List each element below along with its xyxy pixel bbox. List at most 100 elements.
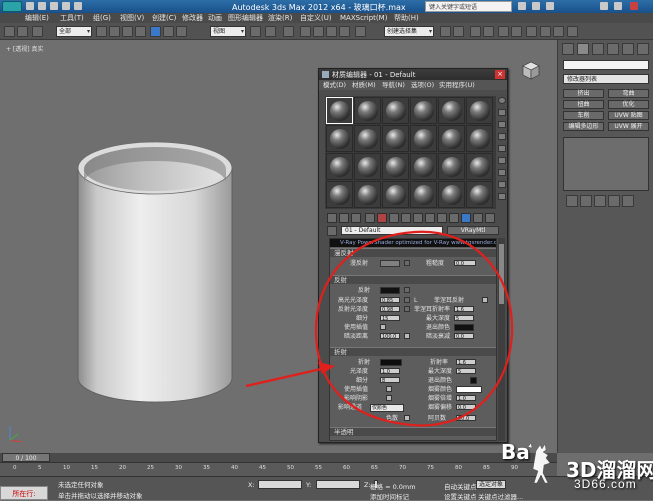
diffuse-rollout[interactable]: 漫反射 [330, 248, 496, 257]
reflect-subdivs-field[interactable]: 15 [380, 315, 400, 322]
material-slot[interactable] [410, 181, 437, 208]
put-to-library-icon[interactable] [401, 213, 411, 223]
display-tab[interactable] [622, 43, 634, 55]
twist-button[interactable]: 扭曲 [563, 100, 604, 109]
material-slot[interactable] [438, 181, 465, 208]
uvw-map-button[interactable]: UVW 贴图 [608, 111, 649, 120]
reflect-color-swatch[interactable] [380, 287, 400, 294]
diffuse-color-swatch[interactable] [380, 260, 400, 267]
go-to-parent-icon[interactable] [449, 213, 459, 223]
maxscript-listener-button[interactable]: 所在行: [0, 486, 48, 500]
new-file-icon[interactable] [26, 2, 34, 10]
material-slot[interactable] [326, 181, 353, 208]
edit-poly-button[interactable]: 编辑多边形 [563, 122, 604, 131]
pin-stack-icon[interactable] [566, 195, 578, 207]
material-slot[interactable] [354, 97, 381, 124]
cylinder-object[interactable] [70, 108, 240, 408]
material-slot[interactable] [410, 153, 437, 180]
show-end-result-icon[interactable] [437, 213, 447, 223]
dispersion-checkbox[interactable] [404, 415, 410, 421]
delete-icon[interactable] [377, 213, 387, 223]
abbe-field[interactable]: 50.0 [456, 415, 476, 422]
reflection-rollout[interactable]: 反射 [330, 275, 496, 284]
refract-gloss-field[interactable]: 1.0 [380, 368, 400, 375]
minimize-icon[interactable] [600, 2, 608, 10]
time-slider-bar[interactable]: 0 / 100 [0, 453, 557, 462]
show-end-result-icon[interactable] [580, 195, 592, 207]
fog-bias-field[interactable]: 0.0 [456, 404, 476, 411]
fog-mult-field[interactable]: 1.0 [456, 395, 476, 402]
named-selection-select[interactable]: 创建选择集 ▾ [384, 26, 434, 37]
auto-key-button[interactable]: 自动关键点 [444, 481, 477, 491]
affect-shadows-checkbox[interactable] [386, 395, 392, 401]
viewport-label[interactable]: + [透视] 真实 [6, 44, 44, 53]
menu-animation[interactable]: 动画 [208, 13, 222, 23]
refract-exit-color-swatch[interactable] [470, 377, 477, 384]
dim-dist-field[interactable]: 100.0 [380, 333, 400, 340]
material-map-nav-icon[interactable] [485, 213, 495, 223]
object-name-field[interactable] [563, 60, 649, 70]
material-slot[interactable] [438, 153, 465, 180]
menu-graph-editors[interactable]: 图形编辑器 [228, 13, 263, 23]
render-production-button[interactable] [567, 26, 578, 37]
undo-button[interactable] [4, 26, 15, 37]
menu-create[interactable]: 创建(C) [152, 13, 176, 23]
curve-editor-button[interactable] [498, 26, 509, 37]
fog-color-swatch[interactable] [456, 386, 482, 393]
material-slot[interactable] [354, 153, 381, 180]
refract-color-swatch[interactable] [380, 359, 402, 366]
app-logo-icon[interactable] [2, 1, 22, 12]
menu-edit[interactable]: 编辑(E) [25, 13, 49, 23]
maximize-icon[interactable] [614, 2, 622, 10]
star-icon[interactable] [532, 2, 540, 10]
reset-map-icon[interactable] [365, 213, 375, 223]
refract-max-depth-field[interactable]: 5 [456, 368, 476, 375]
material-slot[interactable] [410, 125, 437, 152]
assign-to-selection-icon[interactable] [351, 213, 361, 223]
material-editor-scrollbar[interactable] [498, 238, 505, 441]
material-slot[interactable] [466, 153, 493, 180]
material-type-button[interactable]: VRayMtl [447, 226, 499, 235]
material-slot[interactable] [326, 125, 353, 152]
select-rotate-button[interactable] [163, 26, 174, 37]
select-move-button[interactable] [150, 26, 161, 37]
material-slot[interactable] [410, 97, 437, 124]
material-slot[interactable] [466, 97, 493, 124]
menu-customize[interactable]: 自定义(U) [300, 13, 332, 23]
material-slot[interactable] [438, 97, 465, 124]
material-slot[interactable] [466, 181, 493, 208]
reflect-exit-color-swatch[interactable] [454, 324, 474, 331]
diffuse-map-button[interactable] [404, 260, 410, 266]
refract-use-interp-checkbox[interactable] [386, 386, 392, 392]
open-file-icon[interactable] [38, 2, 46, 10]
background-icon[interactable] [498, 121, 506, 128]
me-menu-navigation[interactable]: 导航(N) [382, 80, 405, 90]
material-navigator-icon[interactable] [498, 193, 506, 200]
hierarchy-tab[interactable] [592, 43, 604, 55]
material-slot[interactable] [382, 153, 409, 180]
bend-button[interactable]: 弯曲 [608, 89, 649, 98]
help-icon[interactable] [546, 2, 554, 10]
render-setup-button[interactable] [540, 26, 551, 37]
material-slot[interactable] [354, 181, 381, 208]
refl-gloss-map-button[interactable] [404, 306, 410, 312]
reflect-map-button[interactable] [404, 287, 410, 293]
graphite-button[interactable] [483, 26, 494, 37]
lathe-button[interactable]: 车削 [563, 111, 604, 120]
material-editor-button[interactable] [526, 26, 537, 37]
reflect-use-interp-checkbox[interactable] [380, 324, 386, 330]
utilities-tab[interactable] [637, 43, 649, 55]
options-icon[interactable] [498, 169, 506, 176]
create-tab[interactable] [562, 43, 574, 55]
hilight-gloss-field[interactable]: 0.85 [380, 297, 400, 304]
select-by-name-button[interactable] [109, 26, 120, 37]
optimize-button[interactable]: 优化 [608, 100, 649, 109]
menu-help[interactable]: 帮助(H) [394, 13, 419, 23]
configure-sets-icon[interactable] [622, 195, 634, 207]
reflect-max-depth-field[interactable]: 5 [454, 315, 474, 322]
ref-coord-select[interactable]: 视图 ▾ [210, 26, 246, 37]
ior-field[interactable]: 1.6 [456, 359, 476, 366]
select-manipulate-button[interactable] [265, 26, 276, 37]
material-slot[interactable] [382, 97, 409, 124]
pivot-center-button[interactable] [250, 26, 261, 37]
